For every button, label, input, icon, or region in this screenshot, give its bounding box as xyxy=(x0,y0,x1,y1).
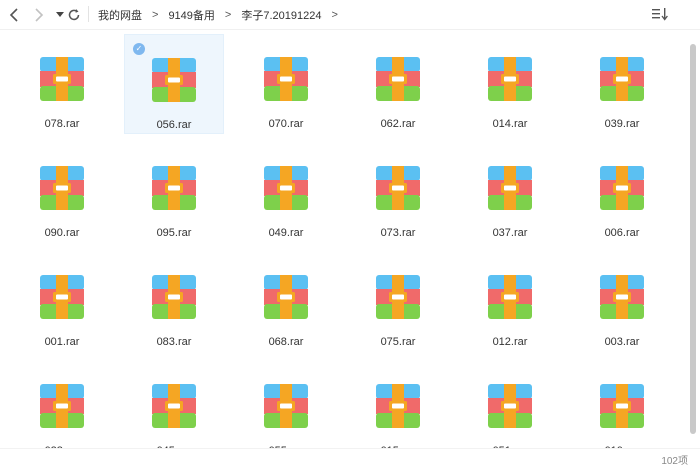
file-name: 056.rar xyxy=(156,119,192,131)
file-item[interactable]: 083.rar xyxy=(124,252,224,352)
rar-archive-icon xyxy=(600,275,644,319)
file-item[interactable]: 037.rar xyxy=(460,143,560,243)
rar-archive-icon xyxy=(488,57,532,101)
rar-archive-icon xyxy=(40,57,84,101)
rar-archive-icon xyxy=(600,57,644,101)
rar-archive-icon xyxy=(40,166,84,210)
file-item[interactable]: 070.rar xyxy=(236,34,336,134)
rar-archive-icon xyxy=(152,384,196,428)
rar-archive-icon xyxy=(152,58,196,102)
rar-archive-icon xyxy=(488,166,532,210)
rar-archive-icon xyxy=(152,275,196,319)
file-item[interactable]: 014.rar xyxy=(460,34,560,134)
rar-archive-icon xyxy=(376,275,420,319)
file-item[interactable]: 090.rar xyxy=(12,143,112,243)
file-name: 049.rar xyxy=(268,227,304,239)
file-name: 001.rar xyxy=(44,336,80,348)
forward-arrow-icon[interactable] xyxy=(31,6,47,24)
file-item[interactable]: 010.rar xyxy=(572,361,672,448)
breadcrumb-separator-icon: > xyxy=(152,9,159,21)
file-item[interactable]: 095.rar xyxy=(124,143,224,243)
status-bar: 102项 xyxy=(0,448,700,466)
file-item[interactable]: 045.rar xyxy=(124,361,224,448)
file-item[interactable]: 075.rar xyxy=(348,252,448,352)
file-item[interactable]: 006.rar xyxy=(572,143,672,243)
file-name: 078.rar xyxy=(44,118,80,130)
file-item[interactable]: 015.rar xyxy=(348,361,448,448)
file-item[interactable]: 028.rar xyxy=(12,361,112,448)
file-name: 070.rar xyxy=(268,118,304,130)
back-arrow-icon[interactable] xyxy=(6,6,22,24)
rar-archive-icon xyxy=(488,275,532,319)
file-name: 012.rar xyxy=(492,336,528,348)
file-item[interactable]: 003.rar xyxy=(572,252,672,352)
file-item[interactable]: ✓ 056.rar xyxy=(124,34,224,134)
file-name: 075.rar xyxy=(380,336,416,348)
item-count: 102项 xyxy=(661,456,688,466)
breadcrumb-separator-icon: > xyxy=(224,9,232,21)
rar-archive-icon xyxy=(264,57,308,101)
rar-archive-icon xyxy=(264,275,308,319)
breadcrumb-item-folder[interactable]: 9149备用 xyxy=(166,7,216,23)
file-name: 039.rar xyxy=(604,118,640,130)
rar-archive-icon xyxy=(264,384,308,428)
rar-archive-icon xyxy=(40,275,84,319)
vertical-scrollbar[interactable] xyxy=(690,44,696,434)
rar-archive-icon xyxy=(376,384,420,428)
sort-list-icon[interactable] xyxy=(652,7,668,21)
file-item[interactable]: 055.rar xyxy=(236,361,336,448)
file-grid: 078.rar ✓ 056.rar 070.rar 062.rar 014.rar 039.… xyxy=(0,30,688,448)
file-name: 003.rar xyxy=(604,336,640,348)
file-name: 006.rar xyxy=(604,227,640,239)
refresh-icon[interactable] xyxy=(66,6,82,24)
rar-archive-icon xyxy=(264,166,308,210)
toolbar: 我的网盘 > 9149备用 > 李子7.20191224 > xyxy=(0,0,700,30)
rar-archive-icon xyxy=(600,166,644,210)
breadcrumb-expand-icon[interactable]: > xyxy=(323,9,345,21)
toolbar-divider xyxy=(88,6,89,22)
file-item[interactable]: 073.rar xyxy=(348,143,448,243)
breadcrumb-item-root[interactable]: 我的网盘 xyxy=(96,7,144,23)
rar-archive-icon xyxy=(376,166,420,210)
file-name: 073.rar xyxy=(380,227,416,239)
file-item[interactable]: 012.rar xyxy=(460,252,560,352)
file-name: 037.rar xyxy=(492,227,528,239)
file-item[interactable]: 049.rar xyxy=(236,143,336,243)
rar-archive-icon xyxy=(600,384,644,428)
file-name: 014.rar xyxy=(492,118,528,130)
file-item[interactable]: 068.rar xyxy=(236,252,336,352)
file-name: 068.rar xyxy=(268,336,304,348)
rar-archive-icon xyxy=(152,166,196,210)
file-name: 083.rar xyxy=(156,336,192,348)
file-name: 062.rar xyxy=(380,118,416,130)
file-item[interactable]: 001.rar xyxy=(12,252,112,352)
breadcrumb: 我的网盘 > 9149备用 > 李子7.20191224 > xyxy=(96,7,346,23)
selected-check-icon[interactable]: ✓ xyxy=(133,43,145,55)
file-item[interactable]: 039.rar xyxy=(572,34,672,134)
rar-archive-icon xyxy=(376,57,420,101)
file-name: 095.rar xyxy=(156,227,192,239)
file-item[interactable]: 051.rar xyxy=(460,361,560,448)
breadcrumb-item-current[interactable]: 李子7.20191224 xyxy=(239,7,323,23)
file-name: 090.rar xyxy=(44,227,80,239)
file-item[interactable]: 078.rar xyxy=(12,34,112,134)
rar-archive-icon xyxy=(488,384,532,428)
rar-archive-icon xyxy=(40,384,84,428)
file-item[interactable]: 062.rar xyxy=(348,34,448,134)
